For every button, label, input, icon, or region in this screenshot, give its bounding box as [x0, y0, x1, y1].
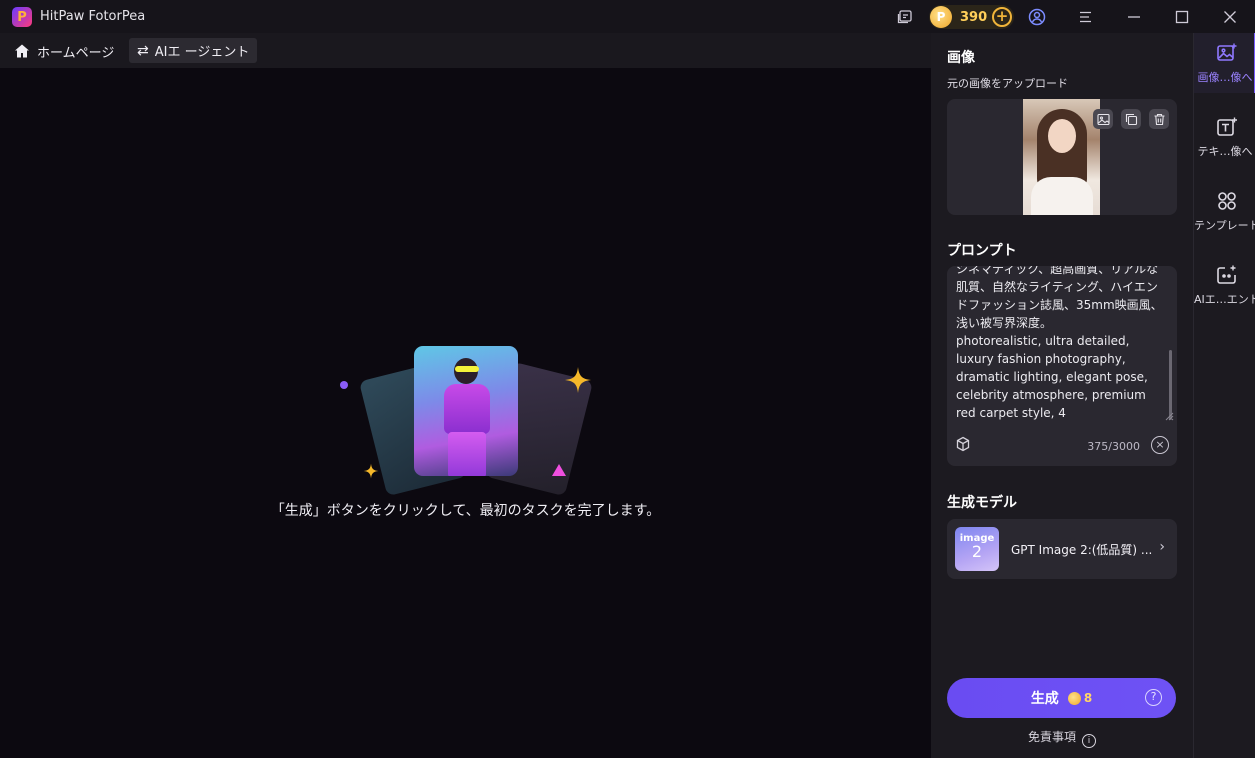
- delete-image-icon[interactable]: [1149, 109, 1169, 129]
- rail-label: テキ…像へ: [1197, 145, 1253, 158]
- home-nav-label: ホームページ: [37, 45, 115, 61]
- tool-rail: 画像…像へ テキ…像へ テンプレート AIエ…エント: [1193, 33, 1255, 758]
- nav-bar: ホームページ ⇄ AIエ ージェント: [0, 33, 931, 68]
- ai-agent-nav-label: AIエ ージェント: [154, 45, 250, 60]
- sparkle-icon: [565, 367, 591, 393]
- decor-dot: [340, 381, 348, 389]
- prompt-footer: 375/3000 ×: [947, 428, 1177, 464]
- uploaded-image-thumbnail: [1023, 99, 1100, 215]
- rail-item-ai-agent[interactable]: AIエ…エント: [1194, 255, 1255, 315]
- app-logo: P: [12, 7, 32, 27]
- prompt-scrollbar[interactable]: [1169, 350, 1172, 420]
- upload-label: 元の画像をアップロード: [947, 77, 1068, 90]
- main-canvas: 「生成」ボタンをクリックして、最初のタスクを完了します。: [0, 68, 931, 758]
- text-to-image-icon: [1217, 117, 1237, 136]
- coin-icon: [1067, 691, 1081, 705]
- ai-agent-nav-button[interactable]: ⇄ AIエ ージェント: [129, 38, 258, 63]
- credits-badge[interactable]: P 390 +: [929, 5, 1014, 29]
- chevron-right-icon: ›: [1159, 539, 1165, 555]
- coin-icon: P: [930, 6, 952, 28]
- close-icon[interactable]: [1220, 7, 1240, 27]
- rail-label: AIエ…エント: [1194, 293, 1255, 306]
- rail-item-image-to-image[interactable]: 画像…像へ: [1194, 33, 1255, 93]
- account-icon[interactable]: [1027, 7, 1047, 27]
- menu-icon[interactable]: [1076, 7, 1096, 27]
- char-count: 375/3000: [1087, 440, 1140, 453]
- generate-cost: 8: [1083, 691, 1093, 705]
- disclaimer-label: 免責事項: [1027, 730, 1076, 744]
- model-name: GPT Image 2:(低品質) ...: [1011, 543, 1153, 557]
- model-section-title: 生成モデル: [947, 495, 1017, 511]
- disclaimer-link[interactable]: 免責事項 i: [931, 728, 1193, 748]
- resize-handle-icon[interactable]: [1164, 411, 1174, 421]
- image-to-image-icon: [1217, 43, 1237, 61]
- templates-icon: [1218, 192, 1236, 210]
- add-credits-icon[interactable]: +: [992, 7, 1012, 27]
- help-icon[interactable]: ?: [1145, 689, 1162, 706]
- image-upload-area[interactable]: [947, 99, 1177, 215]
- home-icon: [15, 44, 29, 58]
- replace-image-icon[interactable]: [1093, 109, 1113, 129]
- minimize-icon[interactable]: [1124, 7, 1144, 27]
- generation-panel: 画像 元の画像をアップロード プロンプト シネマティック、超高画質、リアルな肌質…: [931, 33, 1193, 758]
- generate-label: 生成: [1030, 691, 1059, 707]
- empty-state-message: 「生成」ボタンをクリックして、最初のタスクを完了します。: [270, 503, 661, 519]
- model-thumbnail: image 2: [955, 527, 999, 571]
- rail-label: 画像…像へ: [1197, 71, 1253, 84]
- clear-prompt-icon[interactable]: ×: [1151, 436, 1169, 454]
- app-title: HitPaw FotorPea: [40, 9, 146, 24]
- prompt-textarea[interactable]: シネマティック、超高画質、リアルな肌質、自然なライティング、ハイエンドファッショ…: [947, 266, 1177, 466]
- feedback-icon[interactable]: [895, 7, 915, 27]
- maximize-icon[interactable]: [1172, 7, 1192, 27]
- prompt-section-title: プロンプト: [947, 243, 1017, 259]
- model-selector[interactable]: image 2 GPT Image 2:(低品質) ... ›: [947, 519, 1177, 579]
- rail-item-templates[interactable]: テンプレート: [1194, 181, 1255, 241]
- copy-image-icon[interactable]: [1121, 109, 1141, 129]
- image-section-title: 画像: [947, 50, 975, 66]
- rail-item-text-to-image[interactable]: テキ…像へ: [1194, 107, 1255, 167]
- info-icon: i: [1082, 734, 1096, 748]
- decor-triangle: [552, 464, 566, 476]
- sparkle-small-icon: [363, 463, 379, 479]
- ai-agent-icon: [1217, 265, 1236, 284]
- prompt-text[interactable]: シネマティック、超高画質、リアルな肌質、自然なライティング、ハイエンドファッショ…: [956, 266, 1166, 422]
- cube-icon[interactable]: [955, 436, 971, 452]
- rail-label: テンプレート: [1194, 219, 1255, 232]
- illustration-card-front: [414, 346, 518, 476]
- credits-count: 390: [960, 9, 988, 25]
- empty-state-illustration: [330, 346, 610, 497]
- title-bar: P HitPaw FotorPea P 390 +: [0, 0, 1255, 33]
- swap-icon: ⇄: [137, 42, 149, 59]
- generate-button[interactable]: 生成 8 ?: [947, 678, 1176, 718]
- home-nav-button[interactable]: ホームページ: [14, 40, 114, 62]
